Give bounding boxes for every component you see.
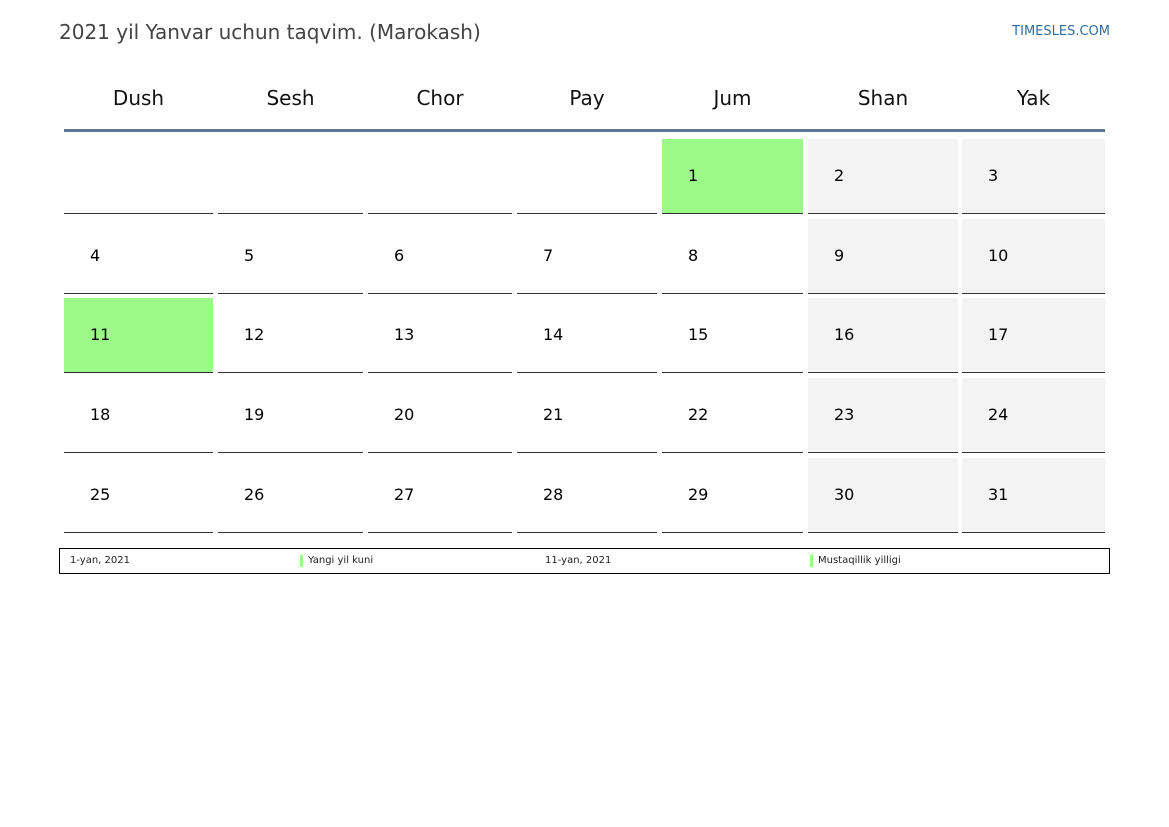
day-number: 27: [394, 485, 415, 504]
empty-day-cell: [218, 139, 363, 214]
empty-day-cell: [368, 139, 512, 214]
day-cell[interactable]: 26: [218, 458, 363, 533]
day-cell[interactable]: 23: [808, 378, 958, 453]
day-cell[interactable]: 20: [368, 378, 512, 453]
day-cell[interactable]: 28: [517, 458, 657, 533]
day-cell[interactable]: 9: [808, 219, 958, 294]
weekday-yak: Yak: [1016, 86, 1051, 110]
day-number: 13: [394, 325, 415, 344]
day-number: 20: [394, 405, 415, 424]
site-link[interactable]: TIMESLES.COM: [1012, 24, 1110, 39]
day-cell[interactable]: 21: [517, 378, 657, 453]
day-number: 12: [244, 325, 265, 344]
day-cell[interactable]: 13: [368, 298, 512, 373]
day-number: 18: [90, 405, 111, 424]
day-cell[interactable]: 12: [218, 298, 363, 373]
day-cell[interactable]: 31: [962, 458, 1105, 533]
day-number: 9: [834, 246, 845, 265]
day-number: 16: [834, 325, 855, 344]
day-cell[interactable]: 10: [962, 219, 1105, 294]
holiday-legend: 1-yan, 2021 Yangi yil kuni 11-yan, 2021 Mus…: [59, 548, 1110, 574]
day-cell[interactable]: 27: [368, 458, 512, 533]
calendar-page: 2021 yil Yanvar uchun taqvim. (Marokash)…: [0, 0, 1169, 827]
day-number: 2: [834, 166, 845, 185]
weekday-header: Dush Sesh Chor Pay Jum Shan Yak: [64, 74, 1105, 132]
day-number: 15: [688, 325, 709, 344]
day-cell[interactable]: 25: [64, 458, 213, 533]
day-cell[interactable]: 4: [64, 219, 213, 294]
day-number: 21: [543, 405, 564, 424]
day-cell[interactable]: 7: [517, 219, 657, 294]
day-cell[interactable]: 18: [64, 378, 213, 453]
weekday-jum: Jum: [713, 86, 752, 110]
empty-day-cell: [517, 139, 657, 214]
legend-date: 1-yan, 2021: [70, 555, 130, 566]
day-cell[interactable]: 30: [808, 458, 958, 533]
legend-holiday-name: Yangi yil kuni: [308, 555, 374, 566]
day-cell[interactable]: 16: [808, 298, 958, 373]
day-number: 25: [90, 485, 111, 504]
weekday-chor: Chor: [416, 86, 464, 110]
day-number: 30: [834, 485, 855, 504]
day-number: 8: [688, 246, 699, 265]
weekday-shan: Shan: [857, 86, 909, 110]
day-cell[interactable]: 22: [662, 378, 803, 453]
legend-date: 11-yan, 2021: [545, 555, 612, 566]
day-number: 19: [244, 405, 265, 424]
day-number: 4: [90, 246, 101, 265]
day-number: 11: [90, 325, 111, 344]
legend-holiday-name: Mustaqillik yilligi: [818, 555, 901, 566]
day-number: 23: [834, 405, 855, 424]
legend-color-marker: [300, 555, 303, 567]
day-number: 6: [394, 246, 405, 265]
day-number: 17: [988, 325, 1009, 344]
day-cell[interactable]: 24: [962, 378, 1105, 453]
day-cell[interactable]: 8: [662, 219, 803, 294]
day-number: 5: [244, 246, 255, 265]
day-number: 22: [688, 405, 709, 424]
empty-day-cell: [64, 139, 213, 214]
day-cell[interactable]: 29: [662, 458, 803, 533]
weekday-dush: Dush: [112, 86, 165, 110]
day-cell[interactable]: 15: [662, 298, 803, 373]
day-cell[interactable]: 3: [962, 139, 1105, 214]
day-cell[interactable]: 2: [808, 139, 958, 214]
day-cell[interactable]: 5: [218, 219, 363, 294]
day-number: 29: [688, 485, 709, 504]
day-number: 14: [543, 325, 564, 344]
weekday-sesh: Sesh: [266, 86, 315, 110]
page-title: 2021 yil Yanvar uchun taqvim. (Marokash): [59, 20, 481, 44]
day-number: 7: [543, 246, 554, 265]
weekday-pay: Pay: [569, 86, 605, 110]
day-number: 28: [543, 485, 564, 504]
day-number: 31: [988, 485, 1009, 504]
day-cell[interactable]: 19: [218, 378, 363, 453]
day-cell[interactable]: 1: [662, 139, 803, 214]
day-number: 26: [244, 485, 265, 504]
legend-color-marker: [810, 555, 813, 567]
day-number: 24: [988, 405, 1009, 424]
day-number: 10: [988, 246, 1009, 265]
day-cell[interactable]: 6: [368, 219, 512, 294]
day-cell[interactable]: 17: [962, 298, 1105, 373]
day-cell[interactable]: 14: [517, 298, 657, 373]
day-cell[interactable]: 11: [64, 298, 213, 373]
day-number: 3: [988, 166, 999, 185]
day-number: 1: [688, 166, 699, 185]
